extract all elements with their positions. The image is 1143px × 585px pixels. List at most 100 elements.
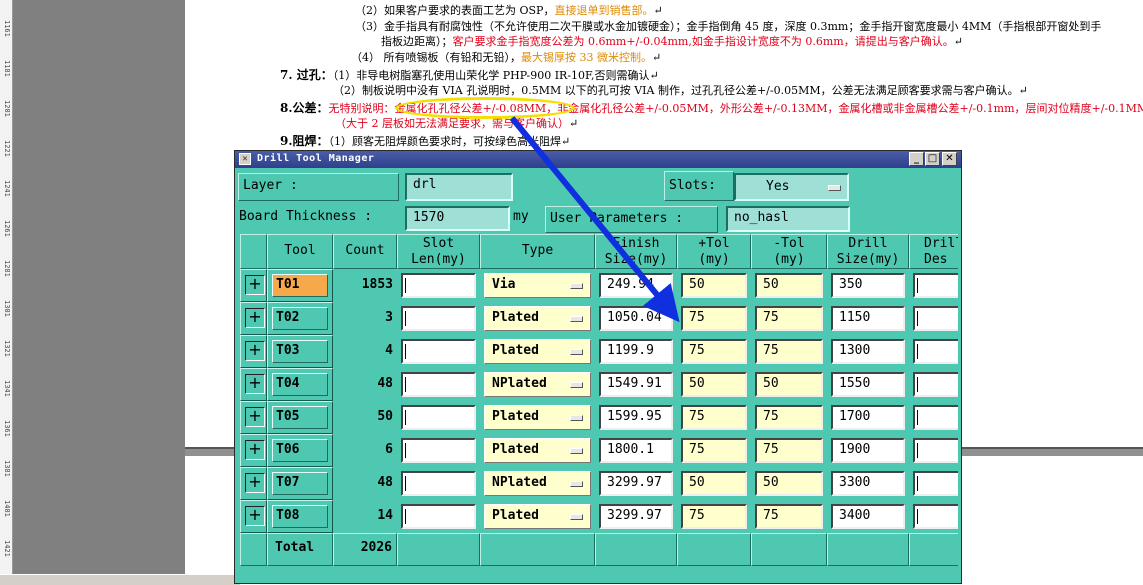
type-dropdown[interactable]: NPlated [484, 471, 591, 496]
slot-len-input[interactable] [401, 471, 476, 496]
type-dropdown[interactable]: Plated [484, 504, 591, 529]
layer-field[interactable]: drl [405, 173, 513, 201]
slot-len-input[interactable] [401, 273, 476, 298]
ruler-mark: 1261 [3, 220, 11, 237]
type-dropdown[interactable]: Plated [484, 405, 591, 430]
plus-icon: + [245, 407, 265, 427]
expand-row-button[interactable]: + [240, 500, 267, 533]
finish-size-input[interactable]: 1050.04 [599, 306, 673, 331]
drill-size-input[interactable]: 1550 [831, 372, 905, 397]
drill-desc-input[interactable] [913, 339, 958, 364]
total-empty [677, 533, 751, 566]
highlight-ellipse [395, 97, 575, 119]
drill-desc-input[interactable] [913, 273, 958, 298]
drill-desc-input[interactable] [913, 471, 958, 496]
minus-tol-input[interactable]: 50 [755, 471, 823, 496]
minus-tol-input[interactable]: 75 [755, 306, 823, 331]
tool-button[interactable]: T04 [267, 368, 333, 401]
drill-desc-input[interactable] [913, 405, 958, 430]
drill-size-input[interactable]: 3300 [831, 471, 905, 496]
slot-len-input[interactable] [401, 504, 476, 529]
finish-size-input[interactable]: 1800.1 [599, 438, 673, 463]
minus-tol-input[interactable]: 75 [755, 504, 823, 529]
finish-size-input[interactable]: 1549.91 [599, 372, 673, 397]
minus-tol-cell: 75 [751, 401, 827, 434]
expand-row-button[interactable]: + [240, 434, 267, 467]
drill-desc-input[interactable] [913, 306, 958, 331]
finish-size-input[interactable]: 249.94 [599, 273, 673, 298]
expand-row-button[interactable]: + [240, 368, 267, 401]
slot-len-input[interactable] [401, 339, 476, 364]
close-button[interactable]: ✕ [942, 152, 957, 166]
plus-tol-input[interactable]: 50 [681, 471, 747, 496]
slots-dropdown[interactable]: Yes [734, 173, 849, 201]
expand-row-button[interactable]: + [240, 401, 267, 434]
drill-size-input[interactable]: 1700 [831, 405, 905, 430]
tool-button[interactable]: T03 [267, 335, 333, 368]
plus-tol-input[interactable]: 50 [681, 273, 747, 298]
count-cell: 4 [333, 335, 397, 368]
type-dropdown[interactable]: NPlated [484, 372, 591, 397]
drill-size-input[interactable]: 3400 [831, 504, 905, 529]
drill-desc-input[interactable] [913, 504, 958, 529]
finish-size-input[interactable]: 3299.97 [599, 504, 673, 529]
expand-row-button[interactable]: + [240, 467, 267, 500]
text-caret [405, 476, 406, 491]
minus-tol-input[interactable]: 75 [755, 438, 823, 463]
tool-button[interactable]: T08 [267, 500, 333, 533]
tool-button[interactable]: T01 [267, 269, 333, 302]
plus-tol-input[interactable]: 75 [681, 438, 747, 463]
tool-button[interactable]: T06 [267, 434, 333, 467]
plus-tol-input[interactable]: 75 [681, 405, 747, 430]
minus-tol-input[interactable]: 50 [755, 372, 823, 397]
slot-len-cell [397, 335, 480, 368]
tool-label: T02 [272, 307, 328, 330]
type-dropdown[interactable]: Plated [484, 306, 591, 331]
user-parameters-field[interactable]: no_hasl [726, 206, 850, 232]
minimize-button[interactable]: _ [909, 152, 924, 166]
type-dropdown[interactable]: Plated [484, 339, 591, 364]
type-dropdown[interactable]: Plated [484, 438, 591, 463]
slot-len-input[interactable] [401, 405, 476, 430]
tool-button[interactable]: T05 [267, 401, 333, 434]
expand-row-button[interactable]: + [240, 269, 267, 302]
drill-desc-input[interactable] [913, 438, 958, 463]
plus-tol-input[interactable]: 75 [681, 306, 747, 331]
type-dropdown[interactable]: Via [484, 273, 591, 298]
text-caret [917, 476, 918, 491]
tool-label: T03 [272, 340, 328, 363]
board-thickness-field[interactable]: 1570 [405, 206, 510, 231]
tool-button[interactable]: T02 [267, 302, 333, 335]
slot-len-input[interactable] [401, 372, 476, 397]
drill-size-input[interactable]: 1150 [831, 306, 905, 331]
slot-len-input[interactable] [401, 438, 476, 463]
drill-size-cell: 1700 [827, 401, 909, 434]
window-titlebar[interactable]: ✕ Drill Tool Manager _ □ ✕ [235, 151, 961, 168]
drill-size-input[interactable]: 1300 [831, 339, 905, 364]
minus-tol-input[interactable]: 50 [755, 273, 823, 298]
header-drill-desc: Drill Des [909, 234, 958, 269]
expand-row-button[interactable]: + [240, 302, 267, 335]
plus-tol-input[interactable]: 75 [681, 504, 747, 529]
drill-desc-cell [909, 269, 958, 302]
finish-size-input[interactable]: 1199.9 [599, 339, 673, 364]
drill-size-input[interactable]: 350 [831, 273, 905, 298]
slot-len-input[interactable] [401, 306, 476, 331]
header-minus-tol: -Tol (my) [751, 234, 827, 269]
tool-label: T05 [272, 406, 328, 429]
plus-tol-input[interactable]: 50 [681, 372, 747, 397]
minus-tol-input[interactable]: 75 [755, 339, 823, 364]
finish-size-input[interactable]: 1599.95 [599, 405, 673, 430]
total-empty [397, 533, 480, 566]
drill-desc-input[interactable] [913, 372, 958, 397]
tool-button[interactable]: T07 [267, 467, 333, 500]
header-corner [240, 234, 267, 269]
expand-row-button[interactable]: + [240, 335, 267, 368]
finish-size-input[interactable]: 3299.97 [599, 471, 673, 496]
minus-tol-input[interactable]: 75 [755, 405, 823, 430]
plus-tol-input[interactable]: 75 [681, 339, 747, 364]
doc-line-8: （大于 2 层板如无法满足要求，需与客户确认）↵ [335, 117, 579, 130]
text-caret [917, 344, 918, 359]
drill-size-input[interactable]: 1900 [831, 438, 905, 463]
maximize-button[interactable]: □ [925, 152, 940, 166]
